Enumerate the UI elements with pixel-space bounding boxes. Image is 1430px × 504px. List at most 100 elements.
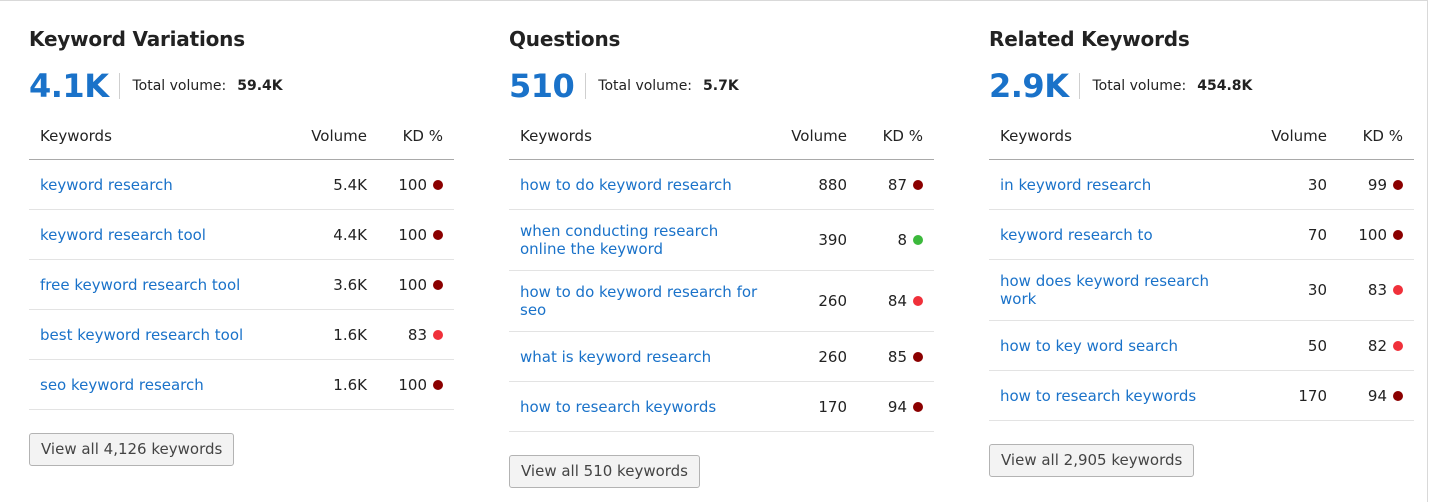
kd-dot-icon: [433, 279, 443, 290]
kd-cell: 94: [847, 381, 934, 432]
keyword-link[interactable]: keyword research to: [1000, 226, 1153, 244]
kd-value: 83: [1367, 281, 1387, 299]
kd-value: 100: [398, 225, 427, 244]
panel-title: Related Keywords: [989, 27, 1190, 51]
kd-cell: 87: [847, 159, 934, 210]
kd-cell: 82: [1327, 320, 1414, 371]
kd-value: 100: [398, 175, 427, 194]
keyword-link[interactable]: keyword research tool: [40, 226, 206, 244]
volume-cell: 390: [774, 209, 847, 271]
table-row: keyword research to 70 100: [989, 209, 1414, 260]
volume-cell: 880: [774, 159, 847, 210]
table-row: how to research keywords 170 94: [509, 381, 934, 432]
keyword-cell: free keyword research tool: [29, 259, 294, 310]
keyword-link[interactable]: how to research keywords: [1000, 387, 1196, 405]
keyword-count[interactable]: 2.9K: [989, 67, 1069, 105]
kd-column-header: KD %: [847, 112, 934, 160]
table-header: Keywords Volume KD %: [29, 112, 454, 160]
keywords-column-header: Keywords: [509, 112, 774, 160]
volume-column-header: Volume: [774, 112, 847, 160]
summary-row: 2.9K Total volume: 454.8K: [989, 66, 1252, 106]
summary-divider: [119, 73, 121, 99]
kd-column-header: KD %: [367, 112, 454, 160]
kd-dot-icon: [1393, 390, 1403, 401]
kd-dot-icon: [1393, 179, 1403, 190]
kd-dot-icon: [1393, 285, 1403, 295]
volume-cell: 170: [774, 381, 847, 432]
table-row: how to key word search 50 82: [989, 320, 1414, 371]
volume-cell: 3.6K: [294, 259, 367, 310]
view-all-button[interactable]: View all 4,126 keywords: [29, 433, 235, 466]
keyword-link[interactable]: how to key word search: [1000, 337, 1178, 355]
kd-value: 8: [897, 231, 907, 249]
table-row: when conducting research online the keyw…: [509, 209, 934, 271]
volume-cell: 30: [1254, 259, 1327, 321]
kd-value: 99: [1367, 175, 1387, 194]
kd-dot-icon: [433, 229, 443, 240]
table-row: how does keyword research work 30 83: [989, 259, 1414, 321]
kd-value: 100: [398, 275, 427, 294]
summary-divider: [585, 73, 587, 99]
panel-title: Questions: [509, 27, 621, 51]
volume-column-header: Volume: [1254, 112, 1327, 160]
table-row: best keyword research tool 1.6K 83: [29, 309, 454, 360]
volume-cell: 1.6K: [294, 359, 367, 410]
keyword-cell: how to research keywords: [989, 370, 1254, 421]
keyword-link[interactable]: what is keyword research: [520, 348, 711, 366]
keyword-link[interactable]: when conducting research online the keyw…: [520, 222, 718, 258]
total-volume-label: Total volume:: [132, 78, 227, 94]
kd-cell: 100: [367, 209, 454, 260]
kd-cell: 84: [847, 270, 934, 332]
volume-cell: 260: [774, 270, 847, 332]
summary-row: 4.1K Total volume: 59.4K: [29, 66, 283, 106]
keyword-cell: keyword research to: [989, 209, 1254, 260]
keyword-link[interactable]: how to research keywords: [520, 398, 716, 416]
keywords-column-header: Keywords: [29, 112, 294, 160]
keyword-count[interactable]: 510: [509, 67, 575, 105]
kd-column-header: KD %: [1327, 112, 1414, 160]
table-row: keyword research 5.4K 100: [29, 159, 454, 210]
kd-dot-icon: [1393, 229, 1403, 240]
volume-cell: 50: [1254, 320, 1327, 371]
kd-value: 100: [398, 375, 427, 394]
table-header: Keywords Volume KD %: [989, 112, 1414, 160]
keyword-link[interactable]: how does keyword research work: [1000, 272, 1209, 308]
table-header: Keywords Volume KD %: [509, 112, 934, 160]
keyword-cell: keyword research: [29, 159, 294, 210]
table-row: free keyword research tool 3.6K 100: [29, 259, 454, 310]
kd-dot-icon: [433, 329, 443, 340]
kd-dot-icon: [433, 379, 443, 390]
summary-row: 510 Total volume: 5.7K: [509, 66, 739, 106]
table-row: keyword research tool 4.4K 100: [29, 209, 454, 260]
volume-cell: 260: [774, 331, 847, 382]
kd-value: 94: [887, 397, 907, 416]
panel-title: Keyword Variations: [29, 27, 245, 51]
kd-dot-icon: [913, 296, 923, 306]
keyword-link[interactable]: keyword research: [40, 176, 173, 194]
total-volume-label: Total volume:: [1092, 78, 1187, 94]
keyword-cell: what is keyword research: [509, 331, 774, 382]
kd-cell: 100: [367, 359, 454, 410]
table-row: how to do keyword research 880 87: [509, 159, 934, 210]
total-volume-value: 454.8K: [1197, 78, 1253, 94]
keyword-link[interactable]: how to do keyword research: [520, 176, 732, 194]
keyword-link[interactable]: in keyword research: [1000, 176, 1151, 194]
summary-divider: [1079, 73, 1081, 99]
kd-value: 84: [887, 292, 907, 310]
keyword-link[interactable]: best keyword research tool: [40, 326, 243, 344]
volume-cell: 5.4K: [294, 159, 367, 210]
keyword-link[interactable]: free keyword research tool: [40, 276, 240, 294]
keyword-cell: how to do keyword research: [509, 159, 774, 210]
volume-cell: 30: [1254, 159, 1327, 210]
kd-dot-icon: [913, 351, 923, 362]
view-all-button[interactable]: View all 510 keywords: [509, 455, 700, 488]
keyword-link[interactable]: how to do keyword research for seo: [520, 283, 757, 319]
kd-cell: 85: [847, 331, 934, 382]
keyword-count[interactable]: 4.1K: [29, 67, 109, 105]
kd-dot-icon: [1393, 340, 1403, 351]
keyword-cell: how to research keywords: [509, 381, 774, 432]
keyword-link[interactable]: seo keyword research: [40, 376, 204, 394]
table-row: seo keyword research 1.6K 100: [29, 359, 454, 410]
keyword-cell: how does keyword research work: [989, 259, 1254, 321]
view-all-button[interactable]: View all 2,905 keywords: [989, 444, 1195, 477]
